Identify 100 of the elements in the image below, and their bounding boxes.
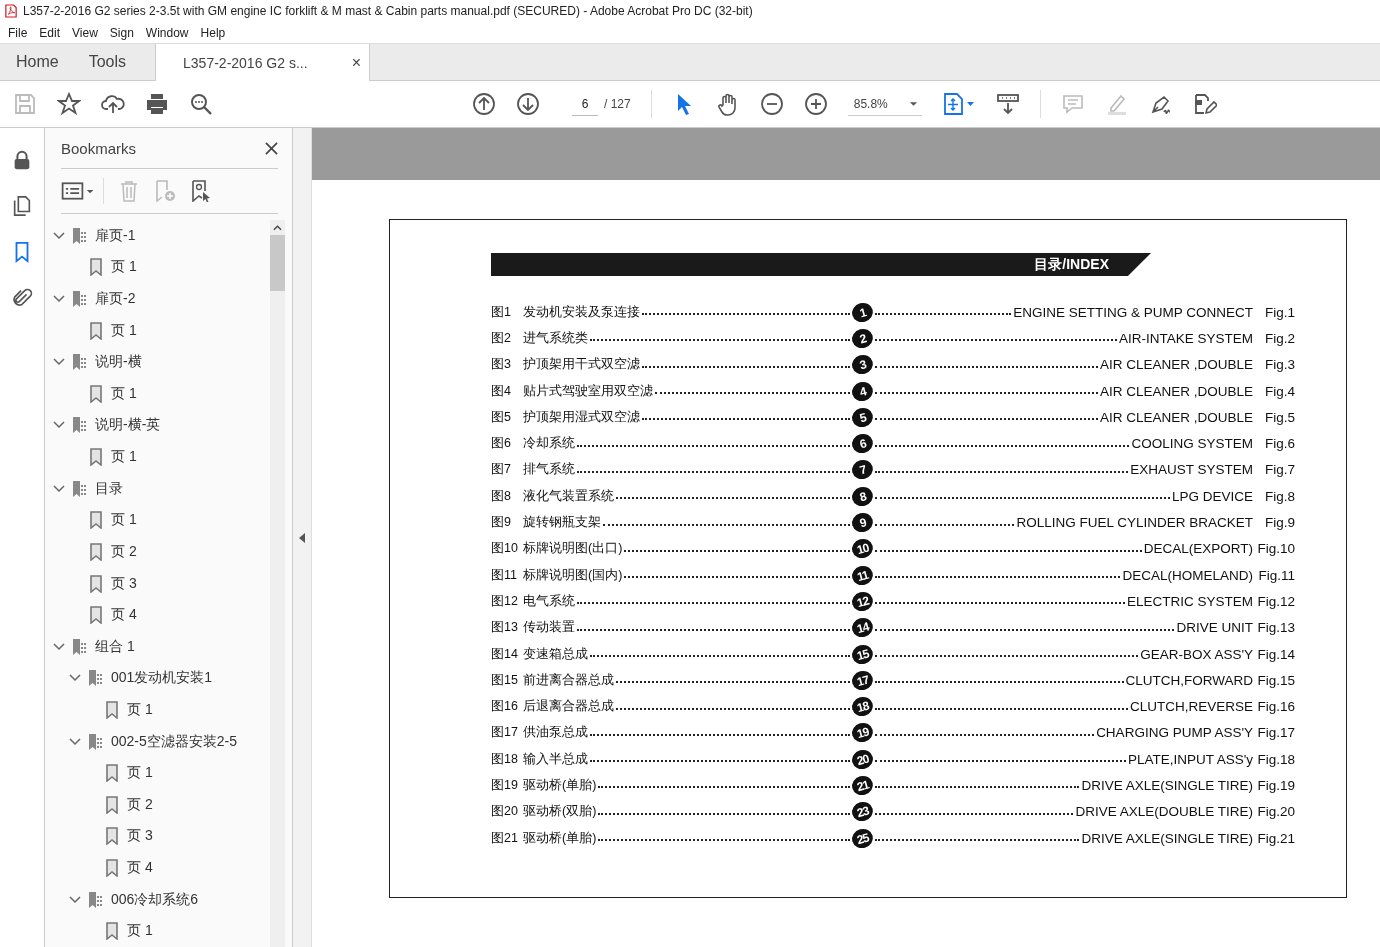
tab[interactable]: L357-2-2016 G2 s... × (155, 44, 371, 81)
scrollbar-thumb[interactable] (270, 235, 285, 291)
bookmark-item[interactable]: 说明-横 (95, 353, 142, 372)
bookmark-item[interactable]: 001发动机安装1 (111, 669, 213, 688)
scroll-up-icon[interactable] (273, 225, 282, 231)
pages-icon[interactable] (11, 194, 33, 218)
bookmark-item[interactable]: 页 1 (111, 448, 137, 467)
menu-item[interactable]: Window (139, 25, 195, 40)
bookmark-icon (88, 606, 104, 625)
chevron-icon[interactable] (53, 421, 65, 430)
figure-number: 图8 (491, 487, 512, 505)
menu-item[interactable]: Sign (103, 25, 140, 40)
page-number-field[interactable]: 6 (572, 92, 598, 116)
chevron-icon[interactable] (53, 231, 65, 240)
bookmark-item[interactable]: 页 1 (111, 384, 137, 403)
bookmark-icon (88, 574, 104, 593)
tab[interactable]: Home (0, 44, 74, 80)
figure-number: 图10 (491, 540, 519, 558)
bookmark-item[interactable]: 页 1 (127, 764, 153, 783)
bookmark-icon (88, 448, 104, 467)
menu-item[interactable]: File (2, 25, 34, 40)
english-title: CLUTCH,FORWARD (1125, 672, 1253, 688)
bookmark-icon (88, 511, 104, 530)
chevron-icon[interactable] (69, 737, 81, 746)
chinese-title: 后退离合器总成 (523, 698, 614, 716)
bookmark-item[interactable]: 页 1 (111, 321, 137, 340)
bookmark-search-icon[interactable] (190, 180, 212, 202)
chinese-title: 旋转钢瓶支架 (523, 514, 601, 531)
chinese-title: 输入半总成 (523, 750, 588, 768)
previous-page-icon[interactable] (472, 92, 496, 116)
bookmark-icon (88, 384, 104, 403)
figure-number: 图1 (491, 303, 512, 321)
figure-label: Fig.18 (1256, 751, 1295, 767)
chinese-title: 驱动桥(单胎) (523, 829, 597, 847)
tab[interactable]: Tools (73, 44, 142, 80)
print-icon[interactable] (145, 92, 169, 116)
figure-label: Fig.10 (1256, 541, 1295, 557)
bookmark-item[interactable]: 页 2 (111, 542, 137, 561)
chevron-icon[interactable] (69, 895, 81, 904)
zoom-out-icon[interactable] (759, 92, 784, 116)
english-title: CLUTCH,REVERSE (1129, 699, 1253, 715)
panel-title: Bookmarks (61, 139, 137, 157)
chinese-title: 电气系统 (523, 592, 575, 610)
figure-number: 图21 (491, 829, 519, 847)
caret-icon[interactable] (908, 100, 918, 107)
scrollbar[interactable] (270, 220, 285, 947)
menu-item[interactable]: Edit (33, 25, 67, 40)
bookmark-item[interactable]: 002-5空滤器安装2-5 (111, 732, 238, 751)
english-title: COOLING SYSTEM (1131, 436, 1253, 452)
chinese-title: 传动装置 (523, 619, 575, 637)
zoom-dropdown[interactable]: 85.8% (847, 92, 922, 116)
chevron-icon[interactable] (53, 295, 65, 303)
chevron-icon[interactable] (69, 674, 81, 683)
bookmark-item[interactable]: 目录 (95, 479, 123, 498)
bookmark-item[interactable]: 页 4 (111, 606, 137, 625)
bookmark-group-icon (88, 669, 104, 688)
scroll-mode-icon[interactable] (995, 92, 1020, 116)
chevron-icon[interactable] (53, 642, 65, 651)
menu-item[interactable]: Help (194, 25, 232, 40)
bookmark-item[interactable]: 页 3 (127, 827, 153, 846)
chinese-title: 护顶架用干式双空滤 (523, 356, 640, 374)
chinese-title: 前进离合器总成 (523, 671, 614, 689)
english-title: ELECTRIC SYSTEM (1126, 593, 1253, 609)
bookmark-item[interactable]: 页 2 (127, 795, 153, 814)
close-icon[interactable] (265, 141, 278, 155)
next-page-icon[interactable] (516, 92, 540, 116)
english-title: DRIVE AXLE(SINGLE TIRE) (1081, 778, 1253, 793)
chinese-title: 标牌说明图(国内) (523, 566, 623, 584)
bookmark-item[interactable]: 页 3 (111, 574, 137, 593)
english-title: CHARGING PUMP ASS'Y (1096, 725, 1253, 741)
bookmark-item[interactable]: 组合 1 (95, 637, 135, 656)
bookmark-item[interactable]: 页 1 (127, 700, 153, 719)
bookmark-item[interactable]: 页 4 (127, 859, 153, 877)
bookmark-item[interactable]: 扉页-1 (95, 226, 136, 245)
bookmark-item[interactable]: 页 1 (127, 922, 153, 941)
bookmark-item[interactable]: 说明-横-英 (95, 416, 161, 435)
figure-label: Fig.8 (1264, 488, 1295, 504)
edit-document-icon[interactable] (1192, 92, 1217, 116)
chevron-icon[interactable] (53, 484, 65, 493)
options-menu-icon[interactable] (61, 180, 95, 202)
bookmark-group-icon (72, 226, 88, 245)
close-tab-button[interactable]: × (351, 53, 362, 72)
zoom-search-icon[interactable] (189, 92, 213, 116)
collapse-panel-icon[interactable] (299, 532, 305, 543)
figure-number: 图9 (491, 514, 512, 531)
figure-label: Fig.4 (1264, 383, 1295, 399)
bookmark-item[interactable]: 页 1 (111, 258, 137, 277)
chevron-icon[interactable] (53, 358, 65, 367)
bookmark-item[interactable]: 页 1 (111, 511, 137, 530)
cloud-upload-icon[interactable] (101, 92, 125, 116)
bookmark-item[interactable]: 扉页-2 (95, 290, 136, 308)
bookmark-group-icon (72, 416, 88, 435)
bookmark-item[interactable]: 006冷却系统6 (111, 890, 199, 909)
star-icon[interactable] (57, 92, 81, 116)
fit-page-icon[interactable] (941, 92, 976, 116)
figure-number: 图6 (491, 435, 512, 453)
menu-item[interactable]: View (66, 25, 104, 40)
figure-number: 图3 (491, 356, 512, 374)
zoom-in-icon[interactable] (803, 92, 828, 116)
figure-label: Fig.21 (1256, 830, 1295, 846)
